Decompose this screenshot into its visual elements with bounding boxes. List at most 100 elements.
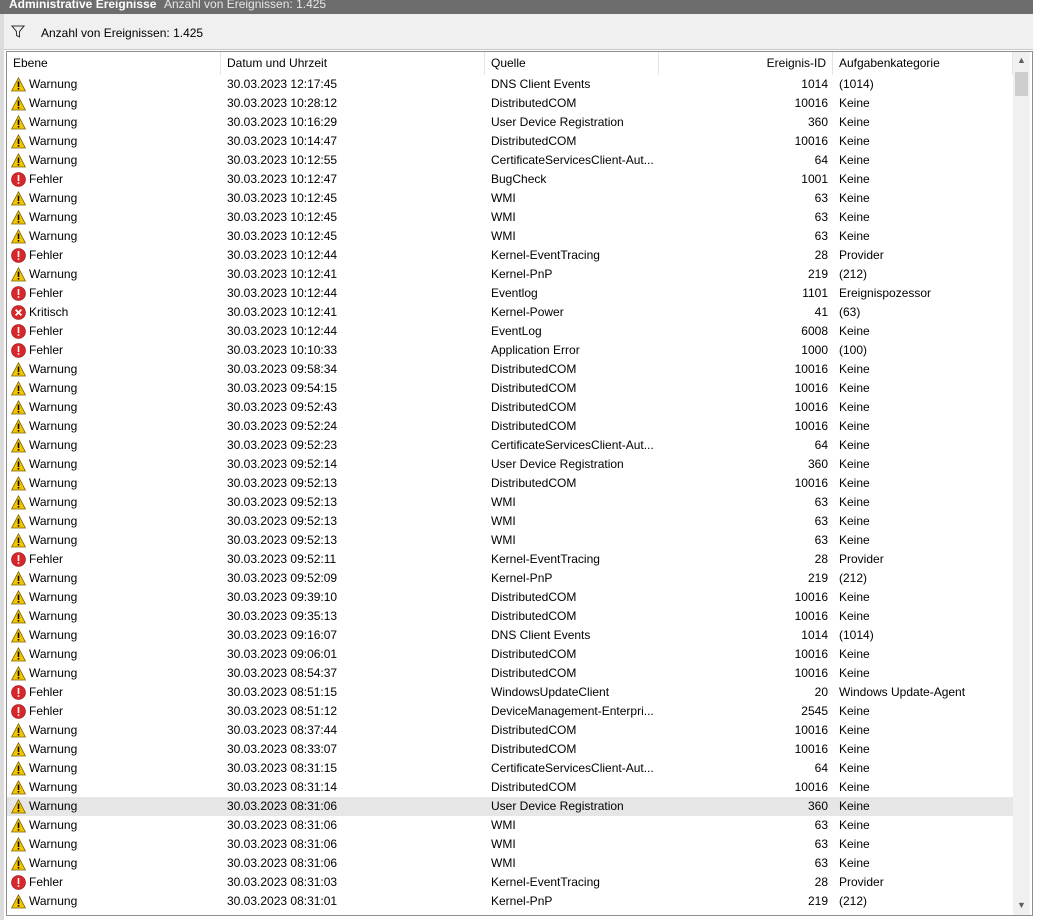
event-row[interactable]: Fehler 30.03.2023 10:12:47 BugCheck 1001 Kei… xyxy=(7,170,1013,189)
cell-level: Warnung xyxy=(11,759,221,778)
event-row[interactable]: Warnung 30.03.2023 09:52:13 DistributedCOM… xyxy=(7,474,1013,493)
cell-level: Fehler xyxy=(11,170,221,189)
column-header-date[interactable]: Datum und Uhrzeit xyxy=(221,52,485,75)
level-text: Warnung xyxy=(29,818,78,832)
event-row[interactable]: Warnung 30.03.2023 08:31:06 WMI 63 Keine xyxy=(7,835,1013,854)
cell-event-id: 63 xyxy=(814,533,828,547)
event-row[interactable]: Fehler 30.03.2023 08:51:12 DeviceManagemen… xyxy=(7,702,1013,721)
event-row[interactable]: Warnung 30.03.2023 08:31:06 WMI 63 Keine xyxy=(7,854,1013,873)
warning-icon xyxy=(11,665,27,681)
cell-task-category: Keine xyxy=(839,495,870,509)
cell-level: Warnung xyxy=(11,132,221,151)
cell-task-category: Provider xyxy=(839,875,884,889)
event-row[interactable]: Fehler 30.03.2023 09:52:11 Kernel-EventTra… xyxy=(7,550,1013,569)
cell-date: 30.03.2023 10:12:45 xyxy=(227,229,338,243)
event-row[interactable]: Warnung 30.03.2023 09:52:43 DistributedCOM… xyxy=(7,398,1013,417)
filter-bar: Anzahl von Ereignissen: 1.425 xyxy=(4,14,1033,50)
cell-level: Kritisch xyxy=(11,303,221,322)
event-row[interactable]: Warnung 30.03.2023 09:52:09 Kernel-PnP 219 (… xyxy=(7,569,1013,588)
event-row[interactable]: Warnung 30.03.2023 09:52:14 User Device Re… xyxy=(7,455,1013,474)
event-row[interactable]: Warnung 30.03.2023 10:14:47 DistributedCOM… xyxy=(7,132,1013,151)
error-icon xyxy=(11,552,26,567)
cell-date: 30.03.2023 10:12:41 xyxy=(227,305,338,319)
cell-event-id: 10016 xyxy=(794,666,828,680)
event-row[interactable]: Warnung 30.03.2023 10:12:45 WMI 63 Keine xyxy=(7,189,1013,208)
error-icon xyxy=(11,704,26,719)
event-row[interactable]: Warnung 30.03.2023 08:33:07 DistributedCOM… xyxy=(7,740,1013,759)
event-row[interactable]: Warnung 30.03.2023 09:35:13 DistributedCOM… xyxy=(7,607,1013,626)
vertical-scrollbar[interactable]: ▲ ▼ xyxy=(1013,52,1030,915)
cell-event-id: 63 xyxy=(814,229,828,243)
event-row[interactable]: Warnung 30.03.2023 09:58:34 DistributedCOM… xyxy=(7,360,1013,379)
warning-icon xyxy=(11,570,27,586)
cell-task-category: Keine xyxy=(839,229,870,243)
cell-date: 30.03.2023 10:28:12 xyxy=(227,96,338,110)
event-row[interactable]: Warnung 30.03.2023 10:16:29 User Device Re… xyxy=(7,113,1013,132)
scroll-down-arrow-icon[interactable]: ▼ xyxy=(1016,901,1027,910)
event-row[interactable]: Kritisch 30.03.2023 10:12:41 Kernel-Power 4… xyxy=(7,303,1013,322)
cell-source: BugCheck xyxy=(491,172,547,186)
cell-date: 30.03.2023 09:54:15 xyxy=(227,381,338,395)
cell-date: 30.03.2023 10:12:44 xyxy=(227,324,338,338)
cell-task-category: Keine xyxy=(839,400,870,414)
warning-icon xyxy=(11,228,27,244)
event-row[interactable]: Fehler 30.03.2023 10:12:44 EventLog 6008 Kei… xyxy=(7,322,1013,341)
event-row[interactable]: Warnung 30.03.2023 08:31:06 User Device Re… xyxy=(7,797,1013,816)
event-row[interactable]: Warnung 30.03.2023 08:31:01 Kernel-PnP 219 (… xyxy=(7,892,1013,911)
event-row[interactable]: Warnung 30.03.2023 10:12:45 WMI 63 Keine xyxy=(7,208,1013,227)
event-row[interactable]: Fehler 30.03.2023 08:31:03 Kernel-EventTra… xyxy=(7,873,1013,892)
event-row[interactable]: Warnung 30.03.2023 08:37:44 DistributedCOM… xyxy=(7,721,1013,740)
event-row[interactable]: Fehler 30.03.2023 08:51:15 WindowsUpdateCl… xyxy=(7,683,1013,702)
cell-date: 30.03.2023 08:31:06 xyxy=(227,818,338,832)
event-row[interactable]: Fehler 30.03.2023 10:12:44 Eventlog 1101 Ere… xyxy=(7,284,1013,303)
event-row[interactable]: Warnung 30.03.2023 09:52:13 WMI 63 Keine xyxy=(7,512,1013,531)
column-header-level[interactable]: Ebene xyxy=(7,52,221,75)
event-row[interactable]: Warnung 30.03.2023 09:54:15 DistributedCOM… xyxy=(7,379,1013,398)
event-row[interactable]: Warnung 30.03.2023 10:12:55 CertificateSer… xyxy=(7,151,1013,170)
event-row[interactable]: Warnung 30.03.2023 12:17:45 DNS Client Eve… xyxy=(7,75,1013,94)
cell-level: Warnung xyxy=(11,379,221,398)
cell-date: 30.03.2023 08:31:06 xyxy=(227,856,338,870)
event-row[interactable]: Fehler 30.03.2023 10:10:33 Application Err… xyxy=(7,341,1013,360)
event-row[interactable]: Warnung 30.03.2023 08:31:06 WMI 63 Keine xyxy=(7,816,1013,835)
event-row[interactable]: Warnung 30.03.2023 08:31:15 CertificateSer… xyxy=(7,759,1013,778)
cell-source: WMI xyxy=(491,818,516,832)
warning-icon xyxy=(11,893,27,909)
warning-icon xyxy=(11,209,27,225)
event-row[interactable]: Warnung 30.03.2023 10:12:45 WMI 63 Keine xyxy=(7,227,1013,246)
cell-source: Application Error xyxy=(491,343,580,357)
event-row[interactable]: Warnung 30.03.2023 08:31:14 DistributedCOM… xyxy=(7,778,1013,797)
level-text: Warnung xyxy=(29,761,78,775)
event-row[interactable]: Fehler 30.03.2023 10:12:44 Kernel-EventTra… xyxy=(7,246,1013,265)
cell-source: WMI xyxy=(491,856,516,870)
event-row[interactable]: Warnung 30.03.2023 10:12:41 Kernel-PnP 219 (… xyxy=(7,265,1013,284)
error-icon xyxy=(11,172,26,187)
event-row[interactable]: Warnung 30.03.2023 10:28:12 DistributedCOM… xyxy=(7,94,1013,113)
event-row[interactable]: Warnung 30.03.2023 09:06:01 DistributedCOM… xyxy=(7,645,1013,664)
scrollbar-thumb[interactable] xyxy=(1015,72,1028,96)
event-row[interactable]: Warnung 30.03.2023 09:52:13 WMI 63 Keine xyxy=(7,493,1013,512)
cell-date: 30.03.2023 09:52:13 xyxy=(227,495,338,509)
cell-task-category: Windows Update-Agent xyxy=(839,685,966,699)
cell-source: CertificateServicesClient-Aut... xyxy=(491,438,654,452)
event-row[interactable]: Warnung 30.03.2023 09:16:07 DNS Client Eve… xyxy=(7,626,1013,645)
column-header-event-id[interactable]: Ereignis-ID xyxy=(659,52,833,75)
cell-task-category: Keine xyxy=(839,533,870,547)
level-text: Fehler xyxy=(29,685,64,699)
filter-icon[interactable] xyxy=(11,25,25,38)
scroll-up-arrow-icon[interactable]: ▲ xyxy=(1016,56,1027,65)
cell-task-category: Keine xyxy=(839,647,870,661)
cell-event-id: 41 xyxy=(814,305,828,319)
event-row[interactable]: Warnung 30.03.2023 09:52:24 DistributedCOM… xyxy=(7,417,1013,436)
event-row[interactable]: Warnung 30.03.2023 09:52:23 CertificateSer… xyxy=(7,436,1013,455)
level-text: Warnung xyxy=(29,723,78,737)
event-row[interactable]: Warnung 30.03.2023 09:39:10 DistributedCOM… xyxy=(7,588,1013,607)
column-header-source[interactable]: Quelle xyxy=(485,52,659,75)
event-row[interactable]: Warnung 30.03.2023 09:52:13 WMI 63 Keine xyxy=(7,531,1013,550)
cell-level: Warnung xyxy=(11,835,221,854)
cell-date: 30.03.2023 09:52:09 xyxy=(227,571,338,585)
error-icon xyxy=(11,324,26,339)
event-row[interactable]: Warnung 30.03.2023 08:54:37 DistributedCOM… xyxy=(7,664,1013,683)
column-header-task-category[interactable]: Aufgabenkategorie xyxy=(833,52,1013,75)
warning-icon xyxy=(11,133,27,149)
